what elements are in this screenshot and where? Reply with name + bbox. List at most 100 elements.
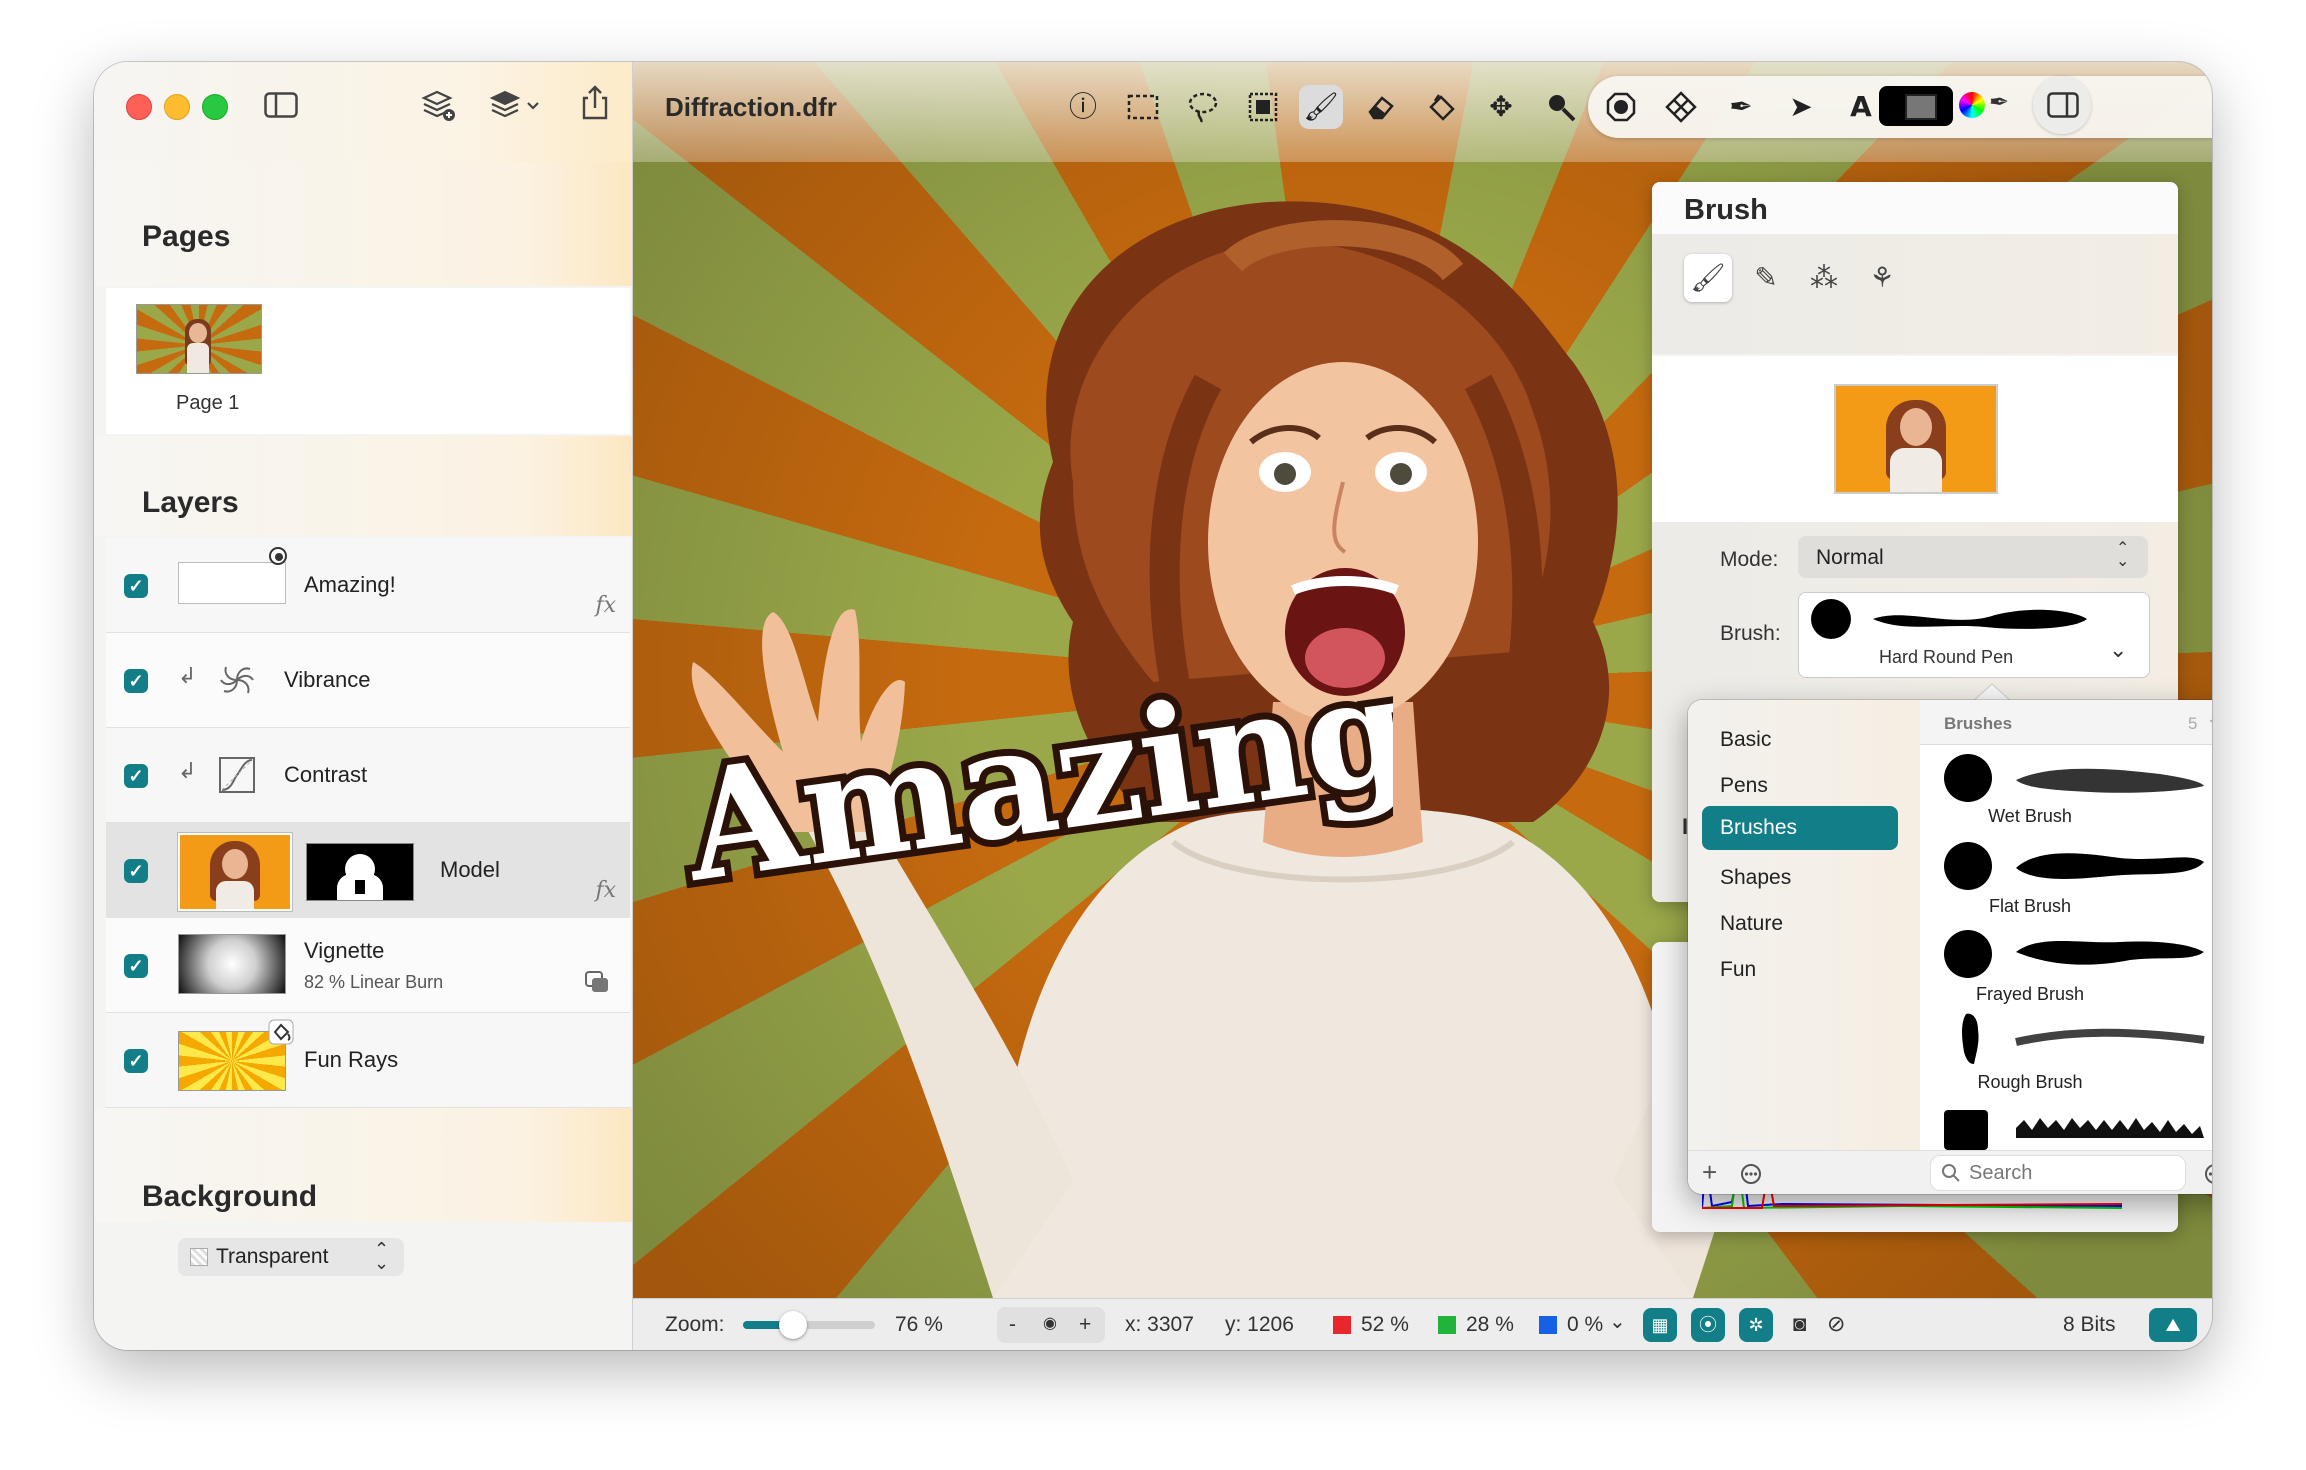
blue-channel-swatch (1539, 1316, 1557, 1334)
category-nature[interactable]: Nature (1720, 912, 1783, 936)
popover-footer: + Search (1688, 1150, 2212, 1194)
chevron-down-icon[interactable]: ⌄ (1609, 1309, 1626, 1334)
inspector-toggle-button[interactable] (2033, 76, 2091, 134)
layer-row-contrast[interactable]: ✓ ↲ Contrast (106, 728, 630, 823)
fill-layer-badge-icon (268, 1019, 294, 1045)
color-wheel-icon[interactable] (1959, 92, 1985, 118)
eraser-tool-icon[interactable] (1359, 85, 1403, 129)
brush-picker-button[interactable]: Hard Round Pen ⌄ (1798, 592, 2150, 678)
fx-icon[interactable]: fx (595, 878, 616, 903)
headline-text-layer[interactable]: Amazing! (633, 662, 1393, 922)
brush-tip-icon (1944, 842, 1992, 890)
layer-visibility-checkbox[interactable]: ✓ (124, 574, 148, 598)
histogram-toggle-icon[interactable]: ⛰ (2149, 1308, 2197, 1342)
layer-mask-thumbnail[interactable] (306, 843, 414, 901)
brush-tab-pencil[interactable]: ✎ (1742, 254, 1790, 302)
close-window-button[interactable] (126, 94, 152, 120)
category-pens[interactable]: Pens (1720, 774, 1768, 798)
mask-view-icon[interactable]: ◙ (1793, 1311, 1806, 1337)
fill-tool-icon[interactable] (1419, 85, 1463, 129)
layer-visibility-checkbox[interactable]: ✓ (124, 669, 148, 693)
brush-tool-icon[interactable]: 🖌 (1299, 85, 1343, 129)
page-thumbnail[interactable] (136, 304, 262, 374)
pointer-tool-icon[interactable]: ➤ (1779, 85, 1823, 129)
grid-icon[interactable]: ▦ (1643, 1308, 1677, 1342)
more-options-icon[interactable] (2204, 1163, 2212, 1185)
layers-menu-icon[interactable] (488, 88, 544, 122)
snap-icon[interactable]: ⦿ (1691, 1308, 1725, 1342)
background-header: Background (94, 1108, 632, 1222)
brush-item-label: Flat Brush (1988, 896, 2072, 916)
zoom-out-button[interactable]: - (1009, 1313, 1016, 1337)
brush-tab-paint[interactable]: 🖌 (1684, 254, 1732, 302)
pen-tool-icon[interactable]: ✒ (1719, 85, 1763, 129)
brush-panel-title: Brush (1684, 194, 1768, 226)
info-tool-icon[interactable]: ⓘ (1061, 85, 1105, 129)
guides-icon[interactable]: ✲ (1739, 1308, 1773, 1342)
zoom-tool-icon[interactable] (1539, 85, 1583, 129)
clip-arrow-icon: ↲ (178, 758, 197, 783)
category-basic[interactable]: Basic (1720, 728, 1771, 752)
hide-overlay-icon[interactable]: ⊘ (1827, 1311, 1845, 1337)
rect-select-tool-icon[interactable] (1121, 85, 1165, 129)
layer-row-vignette[interactable]: ✓ Vignette 82 % Linear Burn (106, 918, 630, 1013)
zoom-slider-knob[interactable] (779, 1311, 808, 1339)
add-brush-icon[interactable]: + (1702, 1157, 1717, 1188)
layer-visibility-checkbox[interactable]: ✓ (124, 764, 148, 788)
move-tool-icon[interactable]: ✥ (1479, 85, 1523, 129)
shape-tool-icon[interactable] (1899, 85, 1943, 129)
eyedropper-icon[interactable]: ✒ (1989, 88, 2009, 117)
background-select[interactable]: Transparent ⌃ ⌄ (178, 1238, 404, 1276)
layer-name: Contrast (284, 762, 368, 787)
brush-item-wet[interactable]: Wet Brush (1920, 746, 2212, 834)
blend-mode-icon[interactable] (584, 970, 610, 994)
category-brushes[interactable]: Brushes (1702, 806, 1898, 850)
brush-tab-spray[interactable]: ⁂ (1800, 254, 1848, 302)
share-icon[interactable] (580, 84, 610, 122)
layers-title: Layers (142, 486, 239, 519)
add-layer-icon[interactable] (420, 88, 456, 122)
sidebar-toggle-icon[interactable] (264, 92, 298, 118)
layer-visibility-checkbox[interactable]: ✓ (124, 859, 148, 883)
layer-thumbnail (178, 934, 286, 994)
zoom-slider[interactable] (743, 1311, 875, 1339)
mode-select[interactable]: Normal ⌃ ⌄ (1798, 536, 2148, 578)
select-mask-tool-icon[interactable] (1241, 85, 1285, 129)
layer-visibility-checkbox[interactable]: ✓ (124, 954, 148, 978)
layer-name: Vignette (304, 938, 385, 963)
zoom-fit-icon[interactable]: ◉ (1043, 1313, 1057, 1333)
layer-row-model[interactable]: ✓ Model fx (106, 823, 630, 918)
brush-popover: Basic Pens Brushes Shapes Nature Fun Bru… (1688, 700, 2212, 1194)
zoom-in-button[interactable]: + (1079, 1313, 1091, 1337)
brush-tab-clone[interactable]: ⚘ (1858, 254, 1906, 302)
inspector-icon (2047, 92, 2079, 118)
zoom-window-button[interactable] (202, 94, 228, 120)
layer-name: Vibrance (284, 667, 371, 692)
brush-stroke-preview (2016, 768, 2204, 793)
search-icon (1942, 1164, 1960, 1182)
red-value: 52 % (1361, 1313, 1409, 1336)
brush-search-input[interactable]: Search (1930, 1155, 2186, 1191)
fx-icon[interactable]: fx (595, 593, 616, 618)
transform-tool-icon[interactable] (1659, 85, 1703, 129)
minimize-window-button[interactable] (164, 94, 190, 120)
brush-label: Brush: (1720, 622, 1781, 645)
lasso-tool-icon[interactable] (1181, 85, 1225, 129)
retouch-tool-icon[interactable] (1599, 85, 1643, 129)
layer-row-amazing[interactable]: ✓ Amazing! fx (106, 538, 630, 633)
brush-stroke-preview (2016, 853, 2204, 879)
text-tool-icon[interactable]: A (1839, 85, 1883, 129)
category-shapes[interactable]: Shapes (1720, 866, 1791, 890)
category-fun[interactable]: Fun (1720, 958, 1756, 982)
layer-row-fun-rays[interactable]: ✓ Fun Rays (106, 1013, 630, 1108)
brush-item-rough[interactable]: Rough Brush (1920, 1010, 2212, 1098)
zoom-label: Zoom: (665, 1313, 725, 1336)
layer-visibility-checkbox[interactable]: ✓ (124, 1049, 148, 1073)
layer-row-vibrance[interactable]: ✓ ↲ Vibrance (106, 633, 630, 728)
more-options-icon[interactable] (1740, 1163, 1762, 1185)
chevron-down-icon[interactable]: ⌄ (2206, 708, 2212, 729)
brush-item-frayed[interactable]: Frayed Brush (1920, 922, 2212, 1010)
brush-item-flat[interactable]: Flat Brush (1920, 834, 2212, 922)
green-channel-swatch (1438, 1316, 1456, 1334)
brush-preview-area (1652, 356, 2178, 522)
